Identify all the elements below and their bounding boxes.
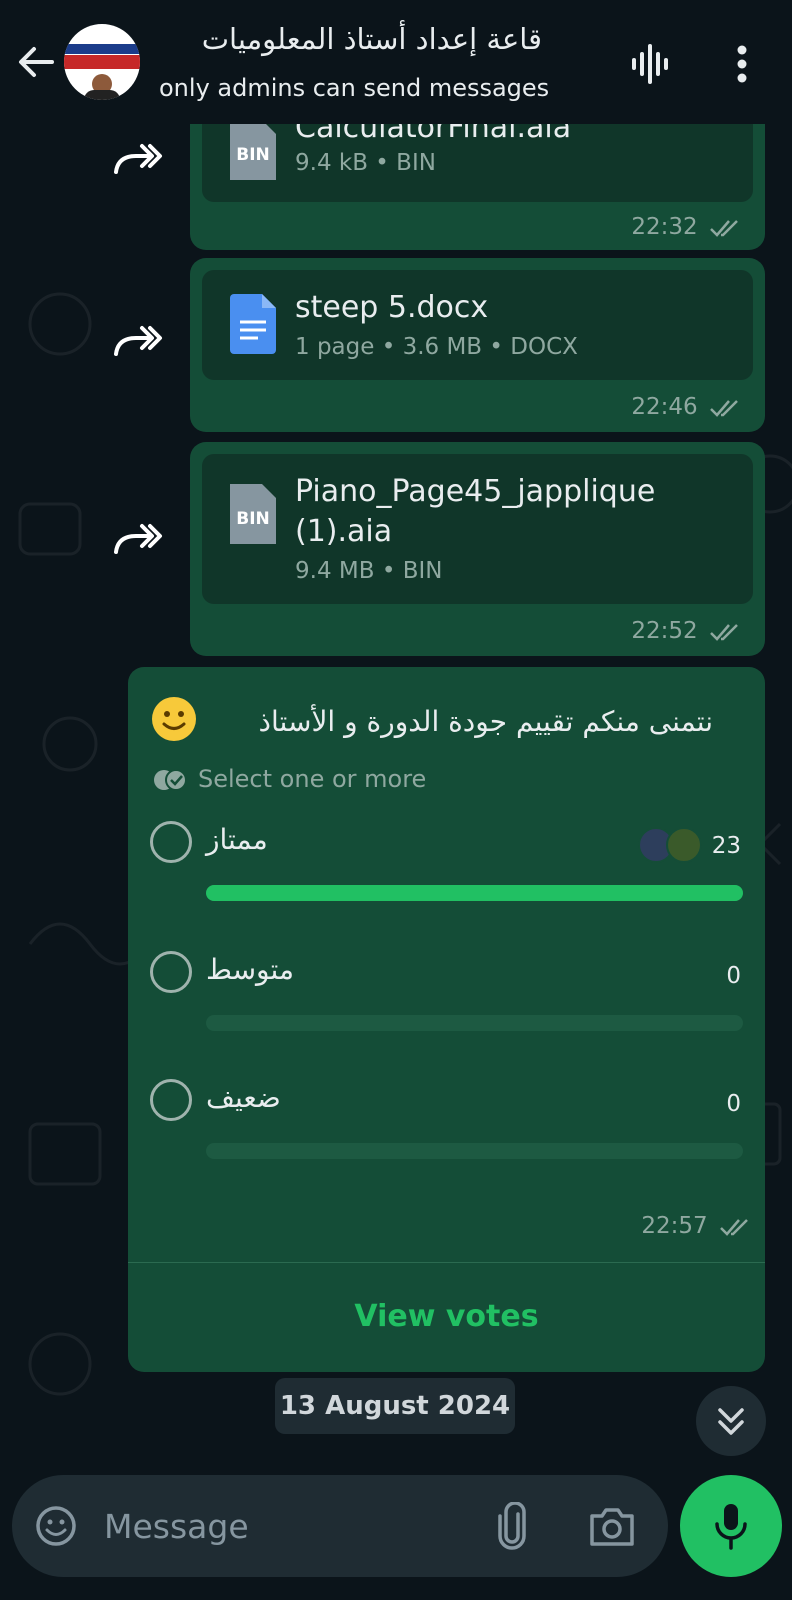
- chat-subtitle[interactable]: only admins can send messages: [159, 74, 549, 102]
- poll-time: 22:57: [641, 1213, 751, 1239]
- double-check-icon: [720, 1218, 748, 1236]
- chat-area[interactable]: BIN CalculatorFinal.aia 9.4 kB • BIN 22:…: [0, 124, 792, 1464]
- voice-record-button[interactable]: [680, 1475, 782, 1577]
- forward-button[interactable]: [110, 310, 170, 370]
- chat-header: قاعة إعداد أستاذ المعلوميات only admins …: [0, 0, 792, 124]
- emoji-icon: [36, 1506, 76, 1546]
- message-input[interactable]: [104, 1499, 464, 1553]
- double-check-icon: [710, 399, 738, 417]
- document-card[interactable]: steep 5.docx 1 page • 3.6 MB • DOCX: [202, 270, 753, 380]
- poll-message[interactable]: نتمنى منكم تقييم جودة الدورة و الأستاذ S…: [128, 667, 765, 1372]
- message-bubble[interactable]: steep 5.docx 1 page • 3.6 MB • DOCX 22:4…: [190, 258, 765, 432]
- poll-vote-count: 23: [711, 833, 741, 859]
- poll-option-label: ممتاز: [206, 823, 268, 856]
- document-meta: 1 page • 3.6 MB • DOCX: [295, 334, 578, 360]
- smiley-emoji-icon: [152, 697, 196, 741]
- document-name: Piano_Page45_japplique (1).aia: [295, 474, 656, 549]
- audio-wave-icon[interactable]: [628, 42, 672, 86]
- forward-icon: [114, 524, 162, 554]
- document-card[interactable]: BIN Piano_Page45_japplique (1).aia 9.4 M…: [202, 454, 753, 604]
- group-avatar[interactable]: [64, 24, 140, 100]
- poll-divider: [128, 1262, 765, 1263]
- docx-file-icon: [230, 294, 276, 354]
- bin-file-icon: BIN: [230, 124, 276, 180]
- scroll-down-button[interactable]: [696, 1386, 766, 1456]
- double-check-icon: [710, 219, 738, 237]
- message-bubble[interactable]: BIN CalculatorFinal.aia 9.4 kB • BIN 22:…: [190, 124, 765, 250]
- arrow-left-icon: [19, 47, 54, 77]
- voter-avatar: [666, 827, 702, 863]
- poll-hint: Select one or more: [152, 765, 426, 793]
- poll-question: نتمنى منكم تقييم جودة الدورة و الأستاذ: [258, 705, 713, 738]
- poll-option[interactable]: ممتاز 23: [128, 821, 765, 931]
- poll-radio[interactable]: [150, 951, 192, 993]
- forward-icon: [114, 326, 162, 356]
- emoji-button[interactable]: [34, 1504, 78, 1548]
- poll-bar: [206, 1015, 743, 1031]
- date-chip: 13 August 2024: [275, 1378, 515, 1434]
- poll-option[interactable]: ضعيف 0: [128, 1079, 765, 1189]
- poll-bar-fill: [206, 885, 743, 901]
- poll-radio[interactable]: [150, 1079, 192, 1121]
- multi-check-icon: [154, 769, 187, 791]
- document-meta: 9.4 kB • BIN: [295, 150, 436, 176]
- poll-vote-count: 0: [726, 963, 741, 989]
- svg-text:BIN: BIN: [236, 509, 270, 529]
- document-card[interactable]: BIN CalculatorFinal.aia 9.4 kB • BIN: [202, 124, 753, 202]
- message-time: 22:46: [631, 394, 741, 420]
- double-chevron-down-icon: [718, 1408, 744, 1435]
- poll-option-label: متوسط: [206, 953, 294, 986]
- microphone-icon: [715, 1504, 747, 1550]
- double-check-icon: [710, 623, 738, 641]
- document-name: steep 5.docx: [295, 290, 489, 325]
- poll-radio[interactable]: [150, 821, 192, 863]
- chat-title[interactable]: قاعة إعداد أستاذ المعلوميات: [202, 22, 542, 56]
- more-vert-icon[interactable]: [726, 42, 758, 86]
- poll-option-label: ضعيف: [206, 1081, 281, 1114]
- message-time: 22:52: [631, 618, 741, 644]
- back-button[interactable]: [14, 40, 58, 84]
- composer: [12, 1475, 668, 1577]
- attach-button[interactable]: [492, 1501, 532, 1550]
- forward-button[interactable]: [110, 508, 170, 568]
- poll-vote-count: 0: [726, 1091, 741, 1117]
- message-time: 22:32: [631, 214, 741, 240]
- poll-bar: [206, 885, 743, 901]
- bin-file-icon: BIN: [230, 484, 276, 544]
- paperclip-icon: [498, 1501, 526, 1550]
- document-name: CalculatorFinal.aia: [295, 124, 572, 145]
- forward-button[interactable]: [110, 128, 170, 188]
- poll-option[interactable]: متوسط 0: [128, 951, 765, 1061]
- camera-icon: [590, 1508, 634, 1546]
- camera-button[interactable]: [588, 1504, 636, 1548]
- document-meta: 9.4 MB • BIN: [295, 558, 443, 584]
- poll-bar: [206, 1143, 743, 1159]
- svg-text:BIN: BIN: [236, 145, 270, 165]
- message-bubble[interactable]: BIN Piano_Page45_japplique (1).aia 9.4 M…: [190, 442, 765, 656]
- forward-icon: [114, 144, 162, 174]
- view-votes-button[interactable]: View votes: [128, 1277, 765, 1357]
